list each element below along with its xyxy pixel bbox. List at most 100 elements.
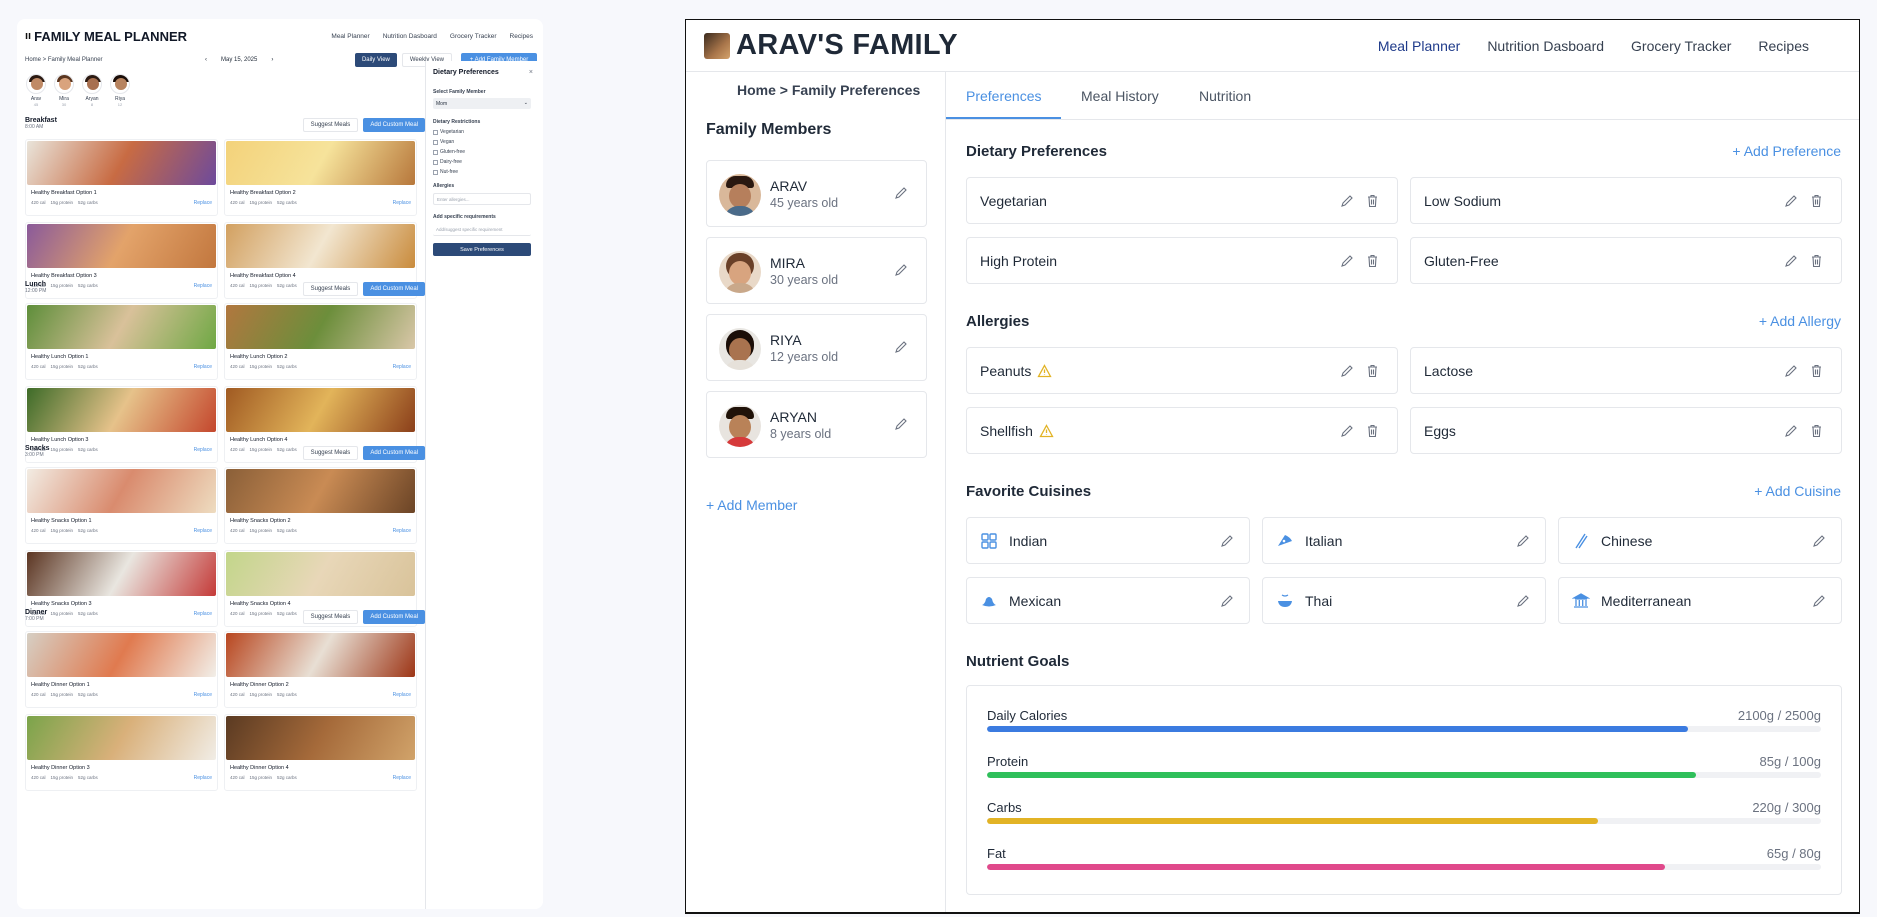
allergy-chip[interactable]: Peanuts bbox=[966, 347, 1398, 394]
cuisine-chip[interactable]: Mediterranean bbox=[1558, 577, 1842, 624]
daily-view-button[interactable]: Daily View bbox=[354, 53, 397, 67]
restriction-checkbox[interactable]: Nut-free bbox=[433, 169, 458, 175]
replace-link[interactable]: Replace bbox=[393, 528, 411, 534]
add-custom-meal-button[interactable]: Add Custom Meal bbox=[363, 118, 425, 132]
preference-chip[interactable]: Gluten-Free bbox=[1410, 237, 1842, 284]
member-card-arav[interactable]: ARAV 45 years old bbox=[706, 160, 927, 227]
nav-nutrition-dashboard[interactable]: Nutrition Dasboard bbox=[1487, 38, 1604, 54]
add-member-button[interactable]: + Add Member bbox=[706, 497, 797, 513]
meal-card[interactable]: Healthy Breakfast Option 2 420 cal 15g pro… bbox=[224, 139, 417, 216]
pencil-icon[interactable] bbox=[1220, 534, 1234, 548]
preference-chip[interactable]: Low Sodium bbox=[1410, 177, 1842, 224]
pencil-icon[interactable] bbox=[1516, 534, 1530, 548]
preference-chip[interactable]: High Protein bbox=[966, 237, 1398, 284]
restriction-checkbox[interactable]: Dairy-free bbox=[433, 159, 462, 165]
meal-card[interactable]: Healthy Breakfast Option 1 420 cal 15g pro… bbox=[25, 139, 218, 216]
trash-icon[interactable] bbox=[1366, 364, 1379, 378]
pencil-icon[interactable] bbox=[1340, 364, 1354, 378]
trash-icon[interactable] bbox=[1810, 424, 1823, 438]
trash-icon[interactable] bbox=[1366, 424, 1379, 438]
add-custom-meal-button[interactable]: Add Custom Meal bbox=[363, 610, 425, 624]
restriction-checkbox[interactable]: Gluten-free bbox=[433, 149, 465, 155]
trash-icon[interactable] bbox=[1810, 254, 1823, 268]
member-card-riya[interactable]: RIYA 12 years old bbox=[706, 314, 927, 381]
member-avatar[interactable]: Arav 45 bbox=[25, 74, 47, 107]
member-select[interactable]: Mom ⌄ bbox=[433, 98, 531, 109]
pencil-icon[interactable] bbox=[1812, 534, 1826, 548]
pencil-icon[interactable] bbox=[1340, 424, 1354, 438]
suggest-meals-button[interactable]: Suggest Meals bbox=[302, 610, 359, 624]
add-preference-button[interactable]: + Add Preference bbox=[1732, 143, 1841, 159]
close-icon[interactable]: × bbox=[529, 69, 533, 76]
replace-link[interactable]: Replace bbox=[393, 364, 411, 370]
replace-link[interactable]: Replace bbox=[194, 364, 212, 370]
member-avatar[interactable]: Aryan 8 bbox=[81, 74, 103, 107]
meal-card[interactable]: Healthy Snacks Option 2 420 cal 15g protei… bbox=[224, 467, 417, 544]
meal-card[interactable]: Healthy Lunch Option 1 420 cal 15g protein… bbox=[25, 303, 218, 380]
next-day-button[interactable]: › bbox=[271, 57, 273, 63]
cuisine-chip[interactable]: Chinese bbox=[1558, 517, 1842, 564]
replace-link[interactable]: Replace bbox=[393, 775, 411, 781]
meal-card[interactable]: Healthy Dinner Option 2 420 cal 15g protei… bbox=[224, 631, 417, 708]
replace-link[interactable]: Replace bbox=[393, 200, 411, 206]
pencil-icon[interactable] bbox=[1812, 594, 1826, 608]
restriction-checkbox[interactable]: Vegetarian bbox=[433, 129, 464, 135]
allergy-chip[interactable]: Shellfish bbox=[966, 407, 1398, 454]
meal-card[interactable]: Healthy Dinner Option 3 420 cal 15g protei… bbox=[25, 714, 218, 791]
nav-grocery-tracker[interactable]: Grocery Tracker bbox=[1631, 38, 1731, 54]
replace-link[interactable]: Replace bbox=[393, 692, 411, 698]
pencil-icon[interactable] bbox=[1784, 254, 1798, 268]
member-avatar[interactable]: Riya 12 bbox=[109, 74, 131, 107]
allergy-chip[interactable]: Eggs bbox=[1410, 407, 1842, 454]
suggest-meals-button[interactable]: Suggest Meals bbox=[302, 282, 359, 296]
pencil-icon[interactable] bbox=[894, 417, 908, 431]
cuisine-chip[interactable]: Thai bbox=[1262, 577, 1546, 624]
cuisine-chip[interactable]: Italian bbox=[1262, 517, 1546, 564]
trash-icon[interactable] bbox=[1810, 194, 1823, 208]
requirements-input[interactable]: Add/suggest specific requirement bbox=[433, 224, 531, 236]
pencil-icon[interactable] bbox=[1784, 194, 1798, 208]
pencil-icon[interactable] bbox=[1340, 194, 1354, 208]
restriction-checkbox[interactable]: Vegan bbox=[433, 139, 454, 145]
preference-chip[interactable]: Vegetarian bbox=[966, 177, 1398, 224]
nav-nutrition[interactable]: Nutrition Dasboard bbox=[383, 33, 437, 40]
save-preferences-button[interactable]: Save Preferences bbox=[433, 243, 531, 256]
replace-link[interactable]: Replace bbox=[194, 692, 212, 698]
meal-card[interactable]: Healthy Dinner Option 1 420 cal 15g protei… bbox=[25, 631, 218, 708]
replace-link[interactable]: Replace bbox=[194, 775, 212, 781]
add-custom-meal-button[interactable]: Add Custom Meal bbox=[363, 282, 425, 296]
replace-link[interactable]: Replace bbox=[194, 528, 212, 534]
trash-icon[interactable] bbox=[1810, 364, 1823, 378]
pencil-icon[interactable] bbox=[1340, 254, 1354, 268]
suggest-meals-button[interactable]: Suggest Meals bbox=[302, 446, 359, 460]
replace-link[interactable]: Replace bbox=[194, 200, 212, 206]
cuisine-chip[interactable]: Mexican bbox=[966, 577, 1250, 624]
nav-grocery[interactable]: Grocery Tracker bbox=[450, 33, 497, 40]
pencil-icon[interactable] bbox=[894, 263, 908, 277]
tab-preferences[interactable]: Preferences bbox=[966, 88, 1041, 104]
prev-day-button[interactable]: ‹ bbox=[205, 57, 207, 63]
meal-card[interactable]: Healthy Lunch Option 2 420 cal 15g protein… bbox=[224, 303, 417, 380]
suggest-meals-button[interactable]: Suggest Meals bbox=[302, 118, 359, 132]
nav-meal-planner[interactable]: Meal Planner bbox=[331, 33, 369, 40]
tab-meal-history[interactable]: Meal History bbox=[1081, 88, 1159, 104]
member-card-aryan[interactable]: ARYAN 8 years old bbox=[706, 391, 927, 458]
tab-nutrition[interactable]: Nutrition bbox=[1199, 88, 1251, 104]
trash-icon[interactable] bbox=[1366, 254, 1379, 268]
meal-card[interactable]: Healthy Snacks Option 1 420 cal 15g protei… bbox=[25, 467, 218, 544]
add-custom-meal-button[interactable]: Add Custom Meal bbox=[363, 446, 425, 460]
trash-icon[interactable] bbox=[1366, 194, 1379, 208]
add-cuisine-button[interactable]: + Add Cuisine bbox=[1754, 483, 1841, 499]
pencil-icon[interactable] bbox=[1784, 364, 1798, 378]
add-allergy-button[interactable]: + Add Allergy bbox=[1759, 313, 1841, 329]
allergy-chip[interactable]: Lactose bbox=[1410, 347, 1842, 394]
allergies-input[interactable]: Enter allergies... bbox=[433, 193, 531, 205]
pencil-icon[interactable] bbox=[894, 186, 908, 200]
meal-card[interactable]: Healthy Dinner Option 4 420 cal 15g protei… bbox=[224, 714, 417, 791]
nav-meal-planner[interactable]: Meal Planner bbox=[1378, 38, 1461, 54]
pencil-icon[interactable] bbox=[1220, 594, 1234, 608]
member-card-mira[interactable]: MIRA 30 years old bbox=[706, 237, 927, 304]
pencil-icon[interactable] bbox=[894, 340, 908, 354]
member-avatar[interactable]: Mira 30 bbox=[53, 74, 75, 107]
pencil-icon[interactable] bbox=[1784, 424, 1798, 438]
